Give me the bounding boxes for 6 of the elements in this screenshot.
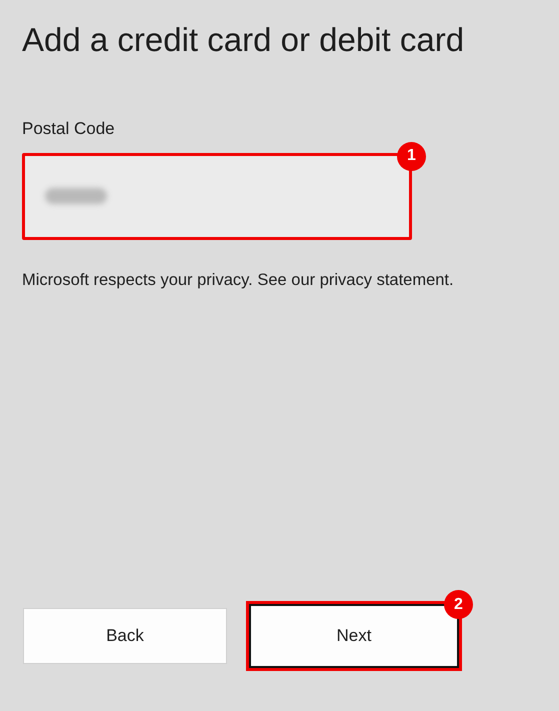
page-title: Add a credit card or debit card: [22, 20, 466, 60]
step-badge: 1: [397, 142, 426, 171]
privacy-text: Microsoft respects your privacy. See our privacy statement.: [22, 270, 454, 291]
step-badge: 2: [444, 590, 473, 619]
back-button[interactable]: Back: [23, 608, 227, 664]
field-label: Postal Code: [22, 118, 115, 140]
